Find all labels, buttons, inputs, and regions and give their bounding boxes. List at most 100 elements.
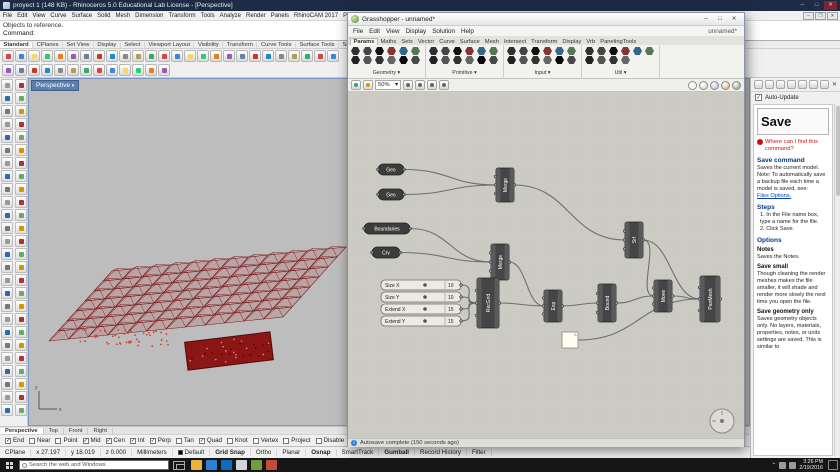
checkbox-icon[interactable]: ✓ bbox=[199, 438, 205, 444]
tool-icon[interactable] bbox=[15, 209, 27, 221]
toolbar-icon[interactable] bbox=[197, 50, 209, 62]
status-toggle-ortho[interactable]: Ortho bbox=[251, 449, 277, 456]
component-icon[interactable] bbox=[477, 47, 486, 55]
help-block[interactable]: Files Options. bbox=[757, 193, 829, 200]
status-toggle-record-history[interactable]: Record History bbox=[415, 449, 467, 456]
gh-node-panel[interactable] bbox=[562, 332, 578, 348]
component-icon[interactable] bbox=[489, 56, 498, 64]
menu-item-panels[interactable]: Panels bbox=[268, 13, 291, 19]
tool-icon[interactable] bbox=[1, 222, 13, 234]
toolbar-tab-cplanes[interactable]: CPlanes bbox=[33, 42, 63, 48]
tool-icon[interactable] bbox=[15, 274, 27, 286]
display-icon[interactable] bbox=[776, 80, 785, 89]
help-scrollbar[interactable] bbox=[834, 104, 840, 456]
tool-icon[interactable] bbox=[1, 261, 13, 273]
osnap-quad[interactable]: ✓Quad bbox=[199, 437, 222, 444]
component-icon[interactable] bbox=[429, 47, 438, 55]
osnap-mid[interactable]: ✓Mid bbox=[83, 437, 101, 444]
tool-icon[interactable] bbox=[15, 391, 27, 403]
menu-item-mesh[interactable]: Mesh bbox=[113, 13, 133, 19]
status-toggle-planar[interactable]: Planar bbox=[277, 449, 306, 456]
tool-icon[interactable] bbox=[1, 313, 13, 325]
checkbox-icon[interactable]: ✓ bbox=[106, 438, 112, 444]
toolbar-icon[interactable] bbox=[93, 50, 105, 62]
tool-icon[interactable] bbox=[1, 144, 13, 156]
gh-close-icon[interactable]: ✕ bbox=[727, 14, 741, 25]
gh-menu-file[interactable]: File bbox=[350, 28, 366, 35]
tool-icon[interactable] bbox=[1, 92, 13, 104]
toolbar-tab-visibility[interactable]: Visibility bbox=[194, 42, 223, 48]
component-icon[interactable] bbox=[585, 56, 594, 64]
tool-icon[interactable] bbox=[15, 183, 27, 195]
tool-icon[interactable] bbox=[1, 339, 13, 351]
toolbar-icon[interactable] bbox=[327, 50, 339, 62]
open-icon[interactable] bbox=[363, 80, 373, 90]
component-icon[interactable] bbox=[507, 47, 516, 55]
checkbox-icon[interactable]: ✓ bbox=[150, 438, 156, 444]
tool-icon[interactable] bbox=[1, 274, 13, 286]
tool-icon[interactable] bbox=[15, 222, 27, 234]
component-icon[interactable] bbox=[441, 47, 450, 55]
menu-item-dimension[interactable]: Dimension bbox=[133, 13, 166, 19]
toolbar-icon[interactable] bbox=[158, 64, 170, 76]
menu-item-render[interactable]: Render bbox=[244, 13, 269, 19]
gh-node-srf[interactable]: Srf bbox=[623, 222, 645, 258]
toolbar-icon[interactable] bbox=[301, 50, 313, 62]
toolbar-icon[interactable] bbox=[262, 50, 274, 62]
menu-item-view[interactable]: View bbox=[30, 13, 48, 19]
tool-icon[interactable] bbox=[1, 209, 13, 221]
maximize-icon[interactable]: □ bbox=[810, 1, 823, 10]
tool-icon[interactable] bbox=[1, 391, 13, 403]
tool-icon[interactable] bbox=[1, 196, 13, 208]
checkbox-icon[interactable]: ✓ bbox=[5, 438, 11, 444]
toolbar-icon[interactable] bbox=[236, 50, 248, 62]
grasshopper-window[interactable]: Grasshopper - unnamed* ─ □ ✕ FileEditVie… bbox=[347, 12, 745, 446]
status-x[interactable]: x 27.197 bbox=[31, 449, 66, 456]
checkbox-icon[interactable] bbox=[316, 438, 322, 444]
checkbox-icon[interactable] bbox=[176, 438, 182, 444]
component-icon[interactable] bbox=[453, 47, 462, 55]
component-icon[interactable] bbox=[387, 56, 396, 64]
gh-menu-help[interactable]: Help bbox=[458, 28, 477, 35]
tool-icon[interactable] bbox=[1, 404, 13, 416]
component-icon[interactable] bbox=[519, 56, 528, 64]
gh-node-geo[interactable]: Geo bbox=[377, 189, 406, 200]
status-toggle-smarttrack[interactable]: SmartTrack bbox=[337, 449, 380, 456]
status-cplane[interactable]: CPlane bbox=[0, 449, 31, 456]
zoom-dropdown[interactable]: 50%▾ bbox=[375, 80, 401, 90]
help-book-icon[interactable] bbox=[787, 80, 796, 89]
component-icon[interactable] bbox=[531, 47, 540, 55]
tool-icon[interactable] bbox=[15, 300, 27, 312]
toolbar-icon[interactable] bbox=[54, 64, 66, 76]
osnap-knot[interactable]: Knot bbox=[227, 437, 248, 444]
toolbar-icon[interactable] bbox=[80, 50, 92, 62]
tool-icon[interactable] bbox=[1, 300, 13, 312]
display-sphere-icon[interactable] bbox=[710, 81, 719, 90]
component-icon[interactable] bbox=[609, 56, 618, 64]
tool-icon[interactable] bbox=[15, 365, 27, 377]
tool-icon[interactable] bbox=[15, 92, 27, 104]
toolbar-tab-viewport-layout[interactable]: Viewport Layout bbox=[145, 42, 194, 48]
toolbar-tab-set-view[interactable]: Set View bbox=[63, 42, 94, 48]
properties-icon[interactable] bbox=[754, 80, 763, 89]
toolbar-icon[interactable] bbox=[158, 50, 170, 62]
component-icon[interactable] bbox=[555, 47, 564, 55]
zoom-icon[interactable] bbox=[415, 80, 425, 90]
mdi-minimize-icon[interactable]: ─ bbox=[803, 12, 814, 20]
gh-node-bound[interactable]: Bound bbox=[596, 284, 618, 322]
toolbar-icon[interactable] bbox=[15, 64, 27, 76]
gh-node-merge[interactable]: Merge bbox=[489, 244, 511, 280]
toolbar-icon[interactable] bbox=[119, 64, 131, 76]
component-icon[interactable] bbox=[519, 47, 528, 55]
toolbar-icon[interactable] bbox=[210, 50, 222, 62]
toolbar-icon[interactable] bbox=[28, 50, 40, 62]
status-z[interactable]: z 0.000 bbox=[101, 449, 132, 456]
toolbar-tab-transform[interactable]: Transform bbox=[223, 42, 257, 48]
tool-icon[interactable] bbox=[1, 378, 13, 390]
palette-group-label[interactable]: Primitive ▾ bbox=[426, 69, 503, 78]
checkbox-icon[interactable]: ✓ bbox=[83, 438, 89, 444]
osnap-int[interactable]: ✓Int bbox=[130, 437, 145, 444]
osnap-disable[interactable]: Disable bbox=[316, 437, 345, 444]
component-icon[interactable] bbox=[411, 47, 420, 55]
toolbar-icon[interactable] bbox=[145, 50, 157, 62]
